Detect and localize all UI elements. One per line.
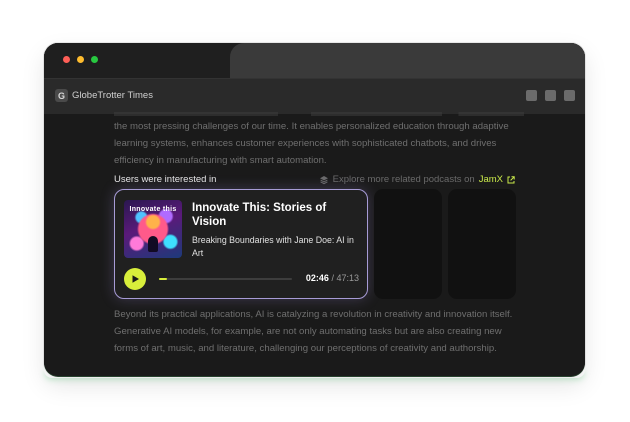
toolbar-button-3[interactable] xyxy=(564,90,575,101)
browser-toolbar: G GlobeTrotter Times xyxy=(44,78,585,114)
play-button[interactable] xyxy=(124,268,146,290)
external-link-icon xyxy=(507,175,515,183)
toolbar-buttons xyxy=(526,90,575,101)
podcast-player-card[interactable]: Innovate this Innovate This: Stories of … xyxy=(114,189,368,299)
play-icon xyxy=(132,275,139,283)
toolbar-button-2[interactable] xyxy=(545,90,556,101)
playback-time: 02:46 / 47:13 xyxy=(306,273,359,283)
recommendations-label: Users were interested in xyxy=(114,174,217,185)
toolbar-button-1[interactable] xyxy=(526,90,537,101)
article-paragraph-bottom: Beyond its practical applications, AI is… xyxy=(114,309,513,354)
podcast-cover-image: Innovate this xyxy=(124,200,182,258)
total-time: 47:13 xyxy=(336,273,359,283)
explore-text: Explore more related podcasts on xyxy=(332,174,475,185)
cover-title-text: Innovate this xyxy=(129,206,177,213)
jamx-link[interactable]: JamX xyxy=(479,174,503,185)
site-favicon-icon: G xyxy=(55,89,68,102)
podcast-card-placeholder[interactable] xyxy=(374,189,442,299)
podcast-title: Innovate This: Stories of Vision xyxy=(192,202,327,228)
progress-bar[interactable] xyxy=(159,278,292,280)
close-window-button[interactable] xyxy=(63,56,70,63)
article-content: the most pressing challenges of our time… xyxy=(44,112,585,376)
tab-strip xyxy=(230,43,585,78)
site-title: GlobeTrotter Times xyxy=(72,90,153,101)
episode-title: Breaking Boundaries with Jane Doe: AI in… xyxy=(192,235,354,258)
cover-figure xyxy=(148,236,158,252)
explore-more-link[interactable]: Explore more related podcasts on JamX xyxy=(319,174,515,185)
title-bar xyxy=(44,43,585,78)
clipped-text-line xyxy=(114,112,524,116)
maximize-window-button[interactable] xyxy=(91,56,98,63)
podcast-card-placeholder[interactable] xyxy=(448,189,516,299)
browser-window: G GlobeTrotter Times the most pressing c… xyxy=(44,43,585,376)
layers-icon xyxy=(319,175,328,184)
current-time: 02:46 xyxy=(305,273,329,283)
minimize-window-button[interactable] xyxy=(77,56,84,63)
article-paragraph-top: the most pressing challenges of our time… xyxy=(114,121,509,166)
progress-fill xyxy=(159,278,167,280)
window-controls xyxy=(63,56,98,63)
